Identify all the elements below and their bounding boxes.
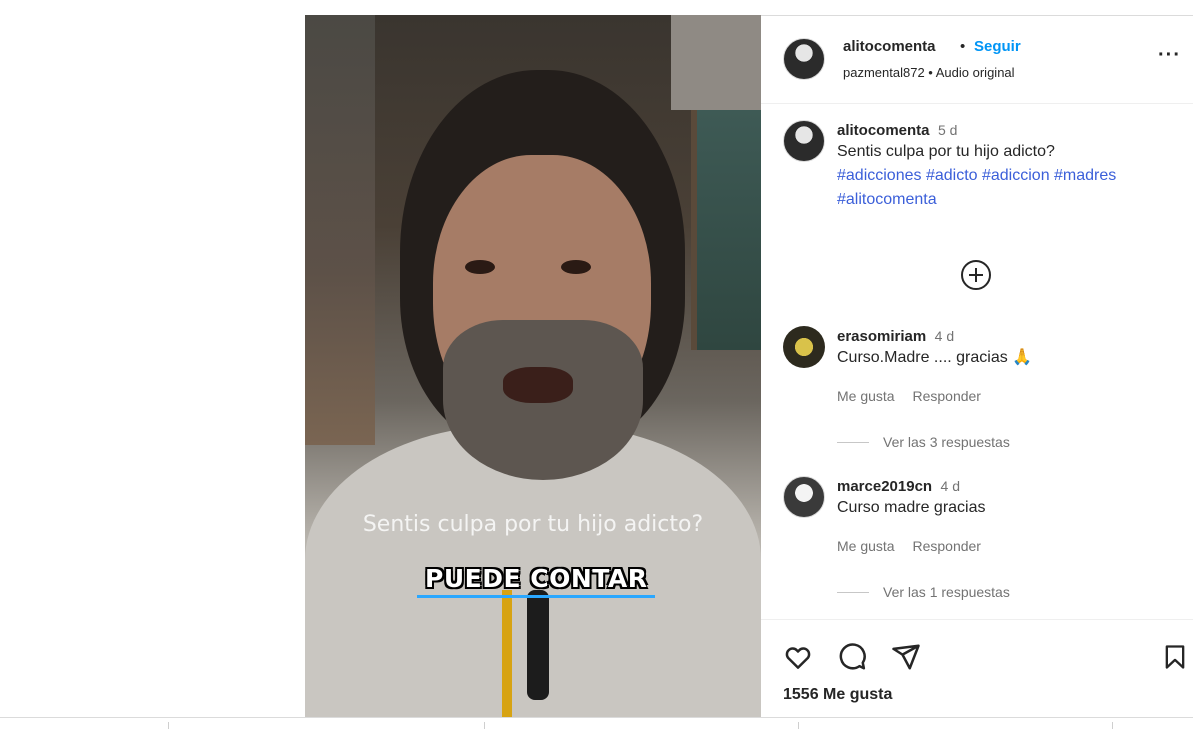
- separator-dot: •: [960, 38, 966, 55]
- bookmark-icon[interactable]: [1161, 642, 1189, 672]
- audio-info: pazmental872 • Audio original: [843, 65, 1015, 80]
- comment-actions: Me gusta Responder: [837, 538, 995, 554]
- view-replies-button[interactable]: Ver las 3 respuestas: [837, 434, 1010, 450]
- person-eye-left: [465, 260, 495, 274]
- background-blind: [671, 15, 761, 110]
- comment-like-button[interactable]: Me gusta: [837, 538, 895, 554]
- caption-text: Sentis culpa por tu hijo adicto?: [837, 143, 1055, 160]
- comment-text: Curso madre gracias: [837, 499, 986, 516]
- comment-text: Curso.Madre .... gracias 🙏: [837, 349, 1033, 366]
- audio-user[interactable]: pazmental872: [843, 65, 925, 80]
- author-username[interactable]: alitocomenta: [843, 38, 936, 55]
- view-replies-label: Ver las 3 respuestas: [883, 434, 1010, 450]
- commenter-avatar[interactable]: [783, 326, 825, 368]
- comment-username[interactable]: marce2019cn: [837, 478, 932, 495]
- person-eye-right: [561, 260, 591, 274]
- plus-circle-icon[interactable]: [961, 260, 991, 290]
- background-wall: [305, 15, 375, 445]
- post-caption: alitocomenta 5 d Sentis culpa por tu hij…: [837, 122, 1177, 212]
- commenter-avatar[interactable]: [783, 476, 825, 518]
- author-avatar[interactable]: [783, 38, 825, 80]
- comment-reply-button[interactable]: Responder: [912, 538, 981, 554]
- comment-actions: Me gusta Responder: [837, 388, 995, 404]
- video-subtitle: Sentis culpa por tu hijo adicto?: [362, 512, 704, 537]
- comment-icon[interactable]: [837, 642, 867, 672]
- ruler-tick: [1112, 722, 1113, 729]
- video-caption: PUEDE CONTAR: [417, 562, 656, 598]
- comment-time[interactable]: 4 d: [935, 328, 954, 344]
- comment-item: erasomiriam 4 d Curso.Madre .... gracias…: [837, 328, 1177, 370]
- ruler-tick: [484, 722, 485, 729]
- page-divider: [0, 717, 1193, 718]
- instagram-post: Sentis culpa por tu hijo adicto? PUEDE C…: [305, 15, 1193, 717]
- share-icon[interactable]: [891, 642, 921, 672]
- comment-like-button[interactable]: Me gusta: [837, 388, 895, 404]
- view-replies-label: Ver las 1 respuestas: [883, 584, 1010, 600]
- video-player[interactable]: Sentis culpa por tu hijo adicto? PUEDE C…: [305, 15, 761, 717]
- ruler-tick: [168, 722, 169, 729]
- comment-username[interactable]: erasomiriam: [837, 328, 926, 345]
- person-mouth: [503, 367, 573, 403]
- audio-original-link[interactable]: Audio original: [936, 65, 1015, 80]
- caption-author-avatar[interactable]: [783, 120, 825, 162]
- caption-hashtags-2[interactable]: #alitocomenta: [837, 188, 1177, 212]
- microphone: [527, 590, 549, 700]
- background-window: [691, 110, 761, 350]
- replies-divider: [837, 591, 869, 593]
- caption-time[interactable]: 5 d: [938, 122, 957, 138]
- caption-username[interactable]: alitocomenta: [837, 122, 930, 139]
- replies-divider: [837, 441, 869, 443]
- comments-list[interactable]: alitocomenta 5 d Sentis culpa por tu hij…: [761, 104, 1193, 619]
- ruler-tick: [798, 722, 799, 729]
- heart-icon[interactable]: [783, 642, 813, 672]
- caption-hashtags[interactable]: #adicciones #adicto #adiccion #madres: [837, 164, 1177, 188]
- comment-reply-button[interactable]: Responder: [912, 388, 981, 404]
- post-header: alitocomenta • Seguir pazmental872 • Aud…: [761, 16, 1193, 104]
- likes-count[interactable]: 1556 Me gusta: [783, 686, 892, 704]
- comment-time[interactable]: 4 d: [941, 478, 960, 494]
- post-side-panel: alitocomenta • Seguir pazmental872 • Aud…: [761, 15, 1193, 717]
- separator-dot: •: [928, 65, 933, 80]
- view-replies-button[interactable]: Ver las 1 respuestas: [837, 584, 1010, 600]
- follow-button[interactable]: Seguir: [974, 38, 1021, 55]
- more-icon[interactable]: ···: [1158, 44, 1181, 67]
- microphone-stick: [502, 590, 512, 717]
- comment-item: marce2019cn 4 d Curso madre gracias: [837, 478, 1177, 520]
- post-actions-bar: 1556 Me gusta: [761, 619, 1193, 718]
